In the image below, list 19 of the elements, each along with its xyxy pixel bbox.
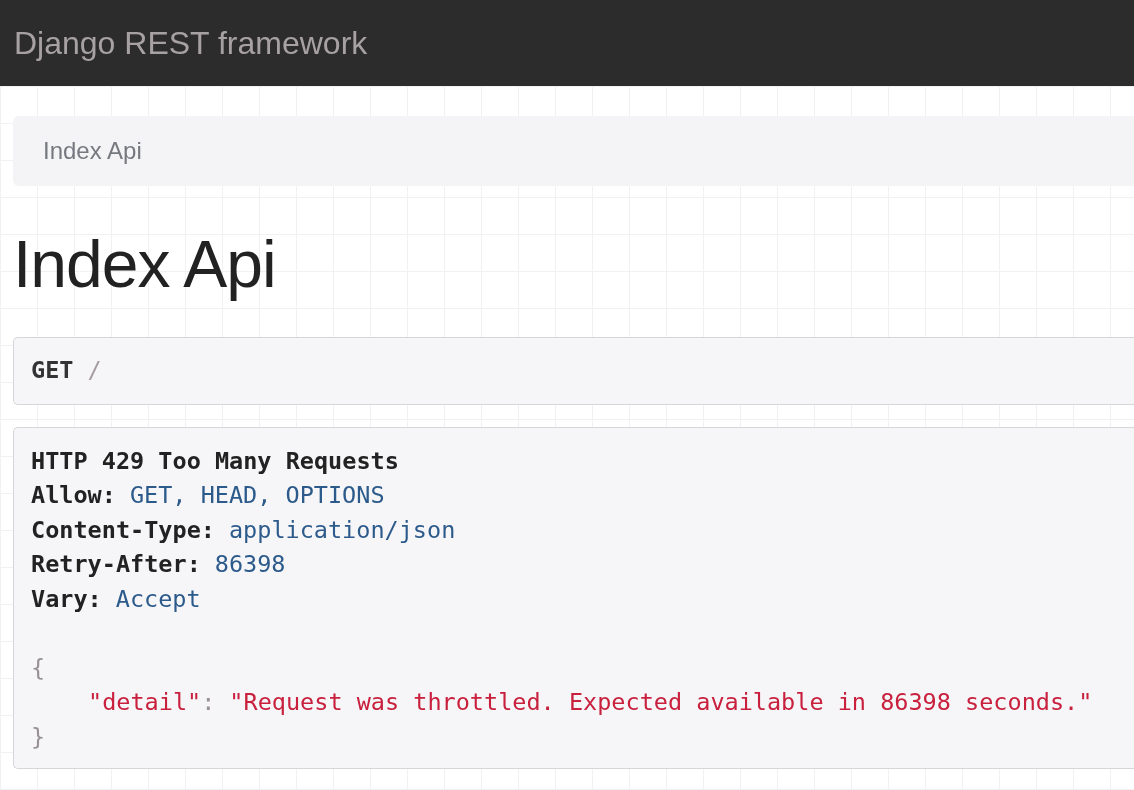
request-method: GET — [31, 356, 74, 385]
json-colon: : — [201, 688, 216, 717]
header-value: 86398 — [214, 550, 286, 579]
breadcrumb-item: Index Api — [43, 137, 142, 165]
json-brace: } — [31, 722, 46, 751]
json-brace: { — [31, 653, 46, 682]
header-name: Allow: — [31, 481, 116, 510]
header-name: Retry-After: — [31, 550, 201, 579]
header-value: application/json — [228, 515, 456, 544]
page-title: Index Api — [13, 228, 277, 301]
header-name: Content-Type: — [31, 515, 215, 544]
request-path: / — [87, 356, 102, 385]
brand-link[interactable]: Django REST framework — [14, 24, 368, 62]
header-value: Accept — [115, 584, 201, 613]
json-key: "detail" — [88, 688, 202, 717]
json-value: "Request was throttled. Expected available in 86398 seconds." — [229, 688, 1093, 717]
status-line: HTTP 429 Too Many Requests — [31, 446, 399, 475]
header-value: GET, HEAD, OPTIONS — [129, 481, 385, 510]
header-name: Vary: — [31, 584, 102, 613]
